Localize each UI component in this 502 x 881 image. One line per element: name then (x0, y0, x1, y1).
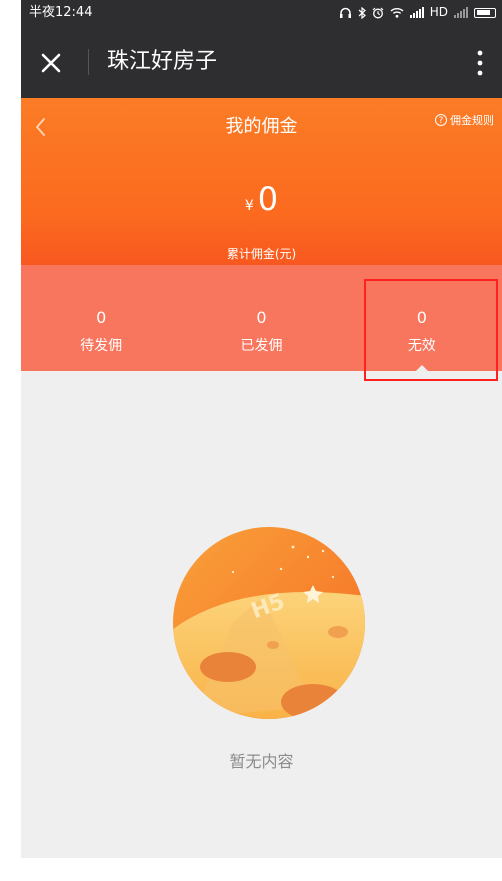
status-bar: 半夜12:44 HD (21, 0, 502, 25)
tab-label: 待发佣 (80, 338, 123, 354)
bluetooth-icon (358, 6, 366, 19)
question-icon: ? (435, 114, 447, 126)
commission-amount: ¥0 (21, 180, 502, 218)
empty-state-text: 暂无内容 (229, 752, 294, 771)
wifi-icon (390, 8, 404, 18)
title-divider (88, 49, 89, 75)
headphones-icon (339, 7, 351, 18)
alarm-icon (372, 7, 384, 18)
commission-header: 我的佣金 ? 佣金规则 ¥0 累计佣金(元) (21, 98, 502, 265)
tab-label: 已发佣 (240, 338, 283, 354)
tab-pending[interactable]: 0 待发佣 (21, 265, 181, 371)
cellular-signal-2-icon (454, 7, 468, 18)
tab-paid[interactable]: 0 已发佣 (181, 265, 341, 371)
status-icons: HD (339, 0, 496, 25)
amount-value: 0 (257, 180, 279, 218)
tab-count: 0 (96, 308, 107, 327)
network-type-label: HD (429, 5, 448, 19)
title-bar: 珠江好房子 (21, 25, 502, 98)
amount-label: 累计佣金(元) (226, 247, 297, 261)
close-icon[interactable] (39, 51, 63, 75)
more-options-icon[interactable] (472, 49, 488, 77)
page-title: 我的佣金 (225, 116, 298, 137)
cellular-signal-icon (409, 7, 424, 18)
bottom-margin (0, 858, 502, 881)
app-title: 珠江好房子 (107, 49, 218, 74)
currency-symbol: ¥ (244, 198, 254, 214)
commission-rules-label: 佣金规则 (450, 114, 494, 127)
status-time: 半夜12:44 (29, 5, 93, 20)
commission-rules-link[interactable]: ? 佣金规则 (435, 112, 494, 128)
battery-icon (474, 7, 496, 18)
phone-screen: 半夜12:44 HD 珠江好房子 我的佣金 ? 佣金规则 ¥ 0 累计佣金(元)… (21, 0, 502, 858)
highlight-box (364, 279, 498, 381)
tab-count: 0 (256, 308, 267, 327)
empty-planet-illustration: H5 (173, 527, 365, 719)
